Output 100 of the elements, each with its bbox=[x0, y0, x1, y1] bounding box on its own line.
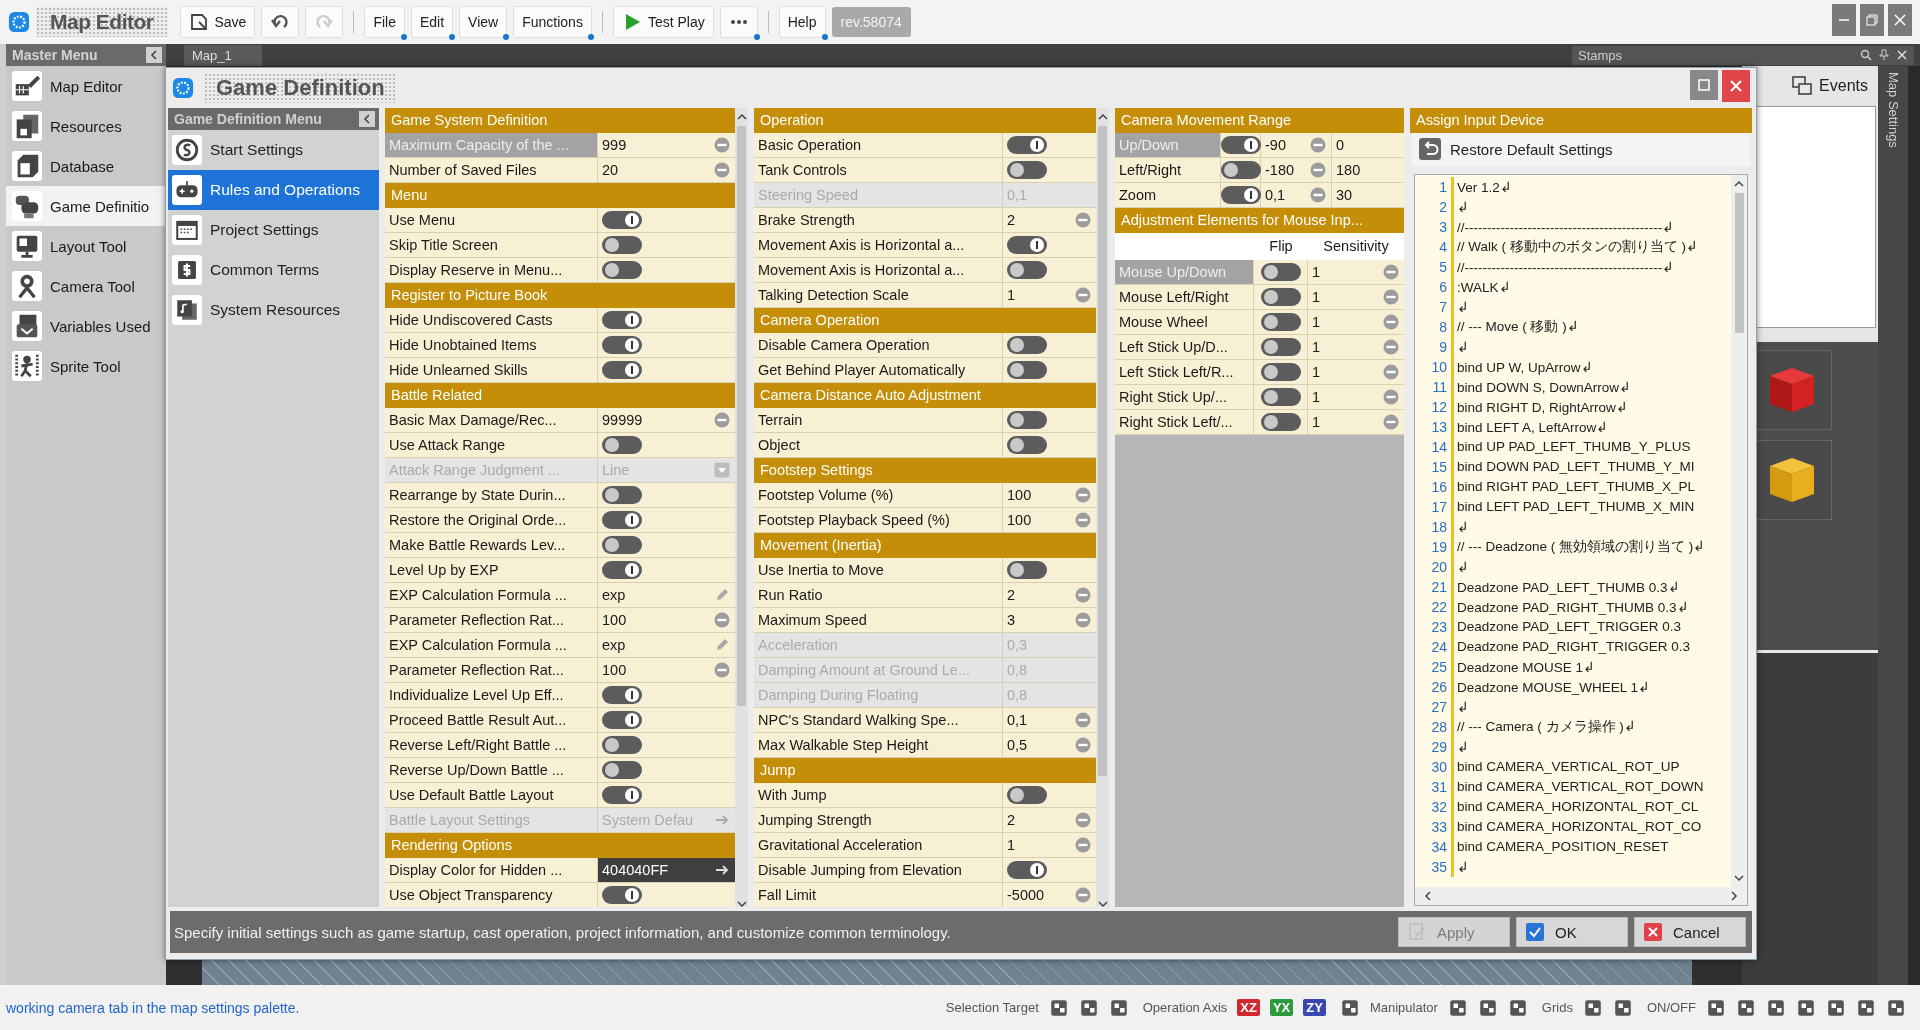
setting-label[interactable]: Movement Axis is Horizontal a... bbox=[754, 232, 1003, 257]
events-tab[interactable]: Events bbox=[1791, 66, 1878, 106]
test-play-button[interactable]: Test Play bbox=[612, 6, 714, 38]
axis-button[interactable]: ZY bbox=[1303, 999, 1326, 1016]
number-field[interactable]: 99999 bbox=[598, 407, 735, 432]
setting-label[interactable]: Brake Strength bbox=[754, 207, 1003, 232]
setting-label[interactable]: Get Behind Player Automatically bbox=[754, 357, 1003, 382]
setting-label[interactable]: Left Stick Up/D... bbox=[1115, 334, 1254, 359]
setting-label[interactable]: Hide Undiscovered Casts bbox=[385, 307, 598, 332]
number-field[interactable]: 3 bbox=[1003, 607, 1096, 632]
setting-label[interactable]: With Jump bbox=[754, 782, 1003, 807]
axis-button[interactable]: YX bbox=[1269, 999, 1294, 1016]
setting-label[interactable]: Parameter Reflection Rat... bbox=[385, 607, 598, 632]
formula-field[interactable]: exp bbox=[598, 582, 735, 607]
map-settings-tab[interactable]: Map Settings bbox=[1878, 66, 1908, 985]
setting-label[interactable]: Jumping Strength bbox=[754, 807, 1003, 832]
number-field[interactable]: 0,1 bbox=[1261, 182, 1332, 207]
axis-button[interactable]: XZ bbox=[1237, 999, 1260, 1016]
setting-label[interactable]: Basic Max Damage/Rec... bbox=[385, 407, 598, 432]
number-field[interactable]: 1 bbox=[1308, 384, 1404, 409]
master-menu-item[interactable]: Map Editor bbox=[6, 66, 166, 106]
setting-label[interactable]: Maximum Speed bbox=[754, 607, 1003, 632]
number-field[interactable]: 1 bbox=[1003, 282, 1096, 307]
color-field[interactable]: 404040FF bbox=[598, 857, 735, 882]
setting-label[interactable]: Footstep Playback Speed (%) bbox=[754, 507, 1003, 532]
setting-label[interactable]: Run Ratio bbox=[754, 582, 1003, 607]
number-field[interactable]: 1 bbox=[1308, 359, 1404, 384]
number-field[interactable]: 1 bbox=[1308, 334, 1404, 359]
master-menu-item[interactable]: Variables Used bbox=[6, 306, 166, 346]
master-menu-item[interactable]: Resources bbox=[6, 106, 166, 146]
setting-label[interactable]: Proceed Battle Result Aut... bbox=[385, 707, 598, 732]
setting-label[interactable]: Right Stick Up/... bbox=[1115, 384, 1254, 409]
setting-label[interactable]: Display Reserve in Menu... bbox=[385, 257, 598, 282]
setting-label[interactable]: Mouse Left/Right bbox=[1115, 284, 1254, 309]
setting-label[interactable]: Level Up by EXP bbox=[385, 557, 598, 582]
number-field[interactable]: 0,1 bbox=[1003, 707, 1096, 732]
setting-label[interactable]: Number of Saved Files bbox=[385, 157, 598, 182]
setting-label[interactable]: Make Battle Rewards Lev... bbox=[385, 532, 598, 557]
setting-label[interactable]: Use Menu bbox=[385, 207, 598, 232]
definition-menu-item[interactable]: Project Settings bbox=[168, 209, 379, 250]
menu-button[interactable]: View bbox=[459, 6, 508, 38]
number-field[interactable]: 1 bbox=[1308, 259, 1404, 284]
setting-label[interactable]: Use Attack Range bbox=[385, 432, 598, 457]
setting-label[interactable]: Basic Operation bbox=[754, 132, 1003, 157]
number-field[interactable]: 1 bbox=[1003, 832, 1096, 857]
setting-label[interactable]: EXP Calculation Formula ... bbox=[385, 582, 598, 607]
setting-label[interactable]: NPC's Standard Walking Spe... bbox=[754, 707, 1003, 732]
cancel-button[interactable]: Cancel bbox=[1634, 917, 1746, 948]
menu-button[interactable]: File bbox=[364, 6, 405, 38]
setting-label[interactable]: Max Walkable Step Height bbox=[754, 732, 1003, 757]
number-field[interactable]: 0 bbox=[1332, 132, 1404, 157]
setting-label[interactable]: EXP Calculation Formula ... bbox=[385, 632, 598, 657]
setting-label[interactable]: Hide Unlearned Skills bbox=[385, 357, 598, 382]
setting-label[interactable]: Gravitational Acceleration bbox=[754, 832, 1003, 857]
setting-label[interactable]: Zoom bbox=[1115, 182, 1221, 207]
setting-label[interactable]: Mouse Wheel bbox=[1115, 309, 1254, 334]
setting-label[interactable]: Skip Title Screen bbox=[385, 232, 598, 257]
master-menu-item[interactable]: Sprite Tool bbox=[6, 346, 166, 386]
save-button[interactable]: Save bbox=[179, 6, 256, 38]
number-field[interactable]: 999 bbox=[598, 132, 735, 157]
ok-button[interactable]: OK bbox=[1516, 917, 1628, 948]
setting-label[interactable]: Use Inertia to Move bbox=[754, 557, 1003, 582]
number-field[interactable]: 30 bbox=[1332, 182, 1404, 207]
number-field[interactable]: 1 bbox=[1308, 409, 1404, 434]
setting-label[interactable]: Movement Axis is Horizontal a... bbox=[754, 257, 1003, 282]
menu-button[interactable]: Functions bbox=[513, 6, 592, 38]
setting-label[interactable]: Footstep Volume (%) bbox=[754, 482, 1003, 507]
setting-label[interactable]: Rearrange by State Durin... bbox=[385, 482, 598, 507]
setting-label[interactable]: Terrain bbox=[754, 407, 1003, 432]
number-field[interactable]: 2 bbox=[1003, 582, 1096, 607]
number-field[interactable]: 100 bbox=[598, 607, 735, 632]
number-field[interactable]: -180 bbox=[1261, 157, 1332, 182]
number-field[interactable]: 100 bbox=[1003, 507, 1096, 532]
setting-label[interactable]: Reverse Up/Down Battle ... bbox=[385, 757, 598, 782]
definition-menu-item[interactable]: Start Settings bbox=[168, 129, 379, 170]
number-field[interactable]: 0,5 bbox=[1003, 732, 1096, 757]
setting-label[interactable]: Hide Unobtained Items bbox=[385, 332, 598, 357]
setting-label[interactable]: Right Stick Left/... bbox=[1115, 409, 1254, 434]
menu-button[interactable]: Edit bbox=[411, 6, 454, 38]
number-field[interactable]: -90 bbox=[1261, 132, 1332, 157]
master-menu-item[interactable]: Camera Tool bbox=[6, 266, 166, 306]
help-menu[interactable]: Help bbox=[778, 6, 826, 38]
definition-menu-item[interactable]: Common Terms bbox=[168, 249, 379, 290]
setting-label[interactable]: Individualize Level Up Eff... bbox=[385, 682, 598, 707]
setting-label[interactable]: Restore the Original Orde... bbox=[385, 507, 598, 532]
setting-label[interactable]: Tank Controls bbox=[754, 157, 1003, 182]
setting-label[interactable]: Object bbox=[754, 432, 1003, 457]
setting-label[interactable]: Talking Detection Scale bbox=[754, 282, 1003, 307]
setting-label[interactable]: Use Object Transparency bbox=[385, 882, 598, 907]
number-field[interactable]: 180 bbox=[1332, 157, 1404, 182]
definition-menu-item[interactable]: Rules and Operations bbox=[168, 169, 379, 210]
master-menu-item[interactable]: Game Definitio bbox=[6, 186, 166, 226]
setting-label[interactable]: Disable Camera Operation bbox=[754, 332, 1003, 357]
setting-label[interactable]: Use Default Battle Layout bbox=[385, 782, 598, 807]
restore-defaults-button[interactable]: Restore Default Settings bbox=[1412, 132, 1750, 166]
number-field[interactable]: 1 bbox=[1308, 284, 1404, 309]
definition-menu-item[interactable]: System Resources bbox=[168, 289, 379, 330]
number-field[interactable]: 100 bbox=[1003, 482, 1096, 507]
formula-field[interactable]: exp bbox=[598, 632, 735, 657]
map-tab[interactable]: Map_1 bbox=[184, 44, 262, 66]
